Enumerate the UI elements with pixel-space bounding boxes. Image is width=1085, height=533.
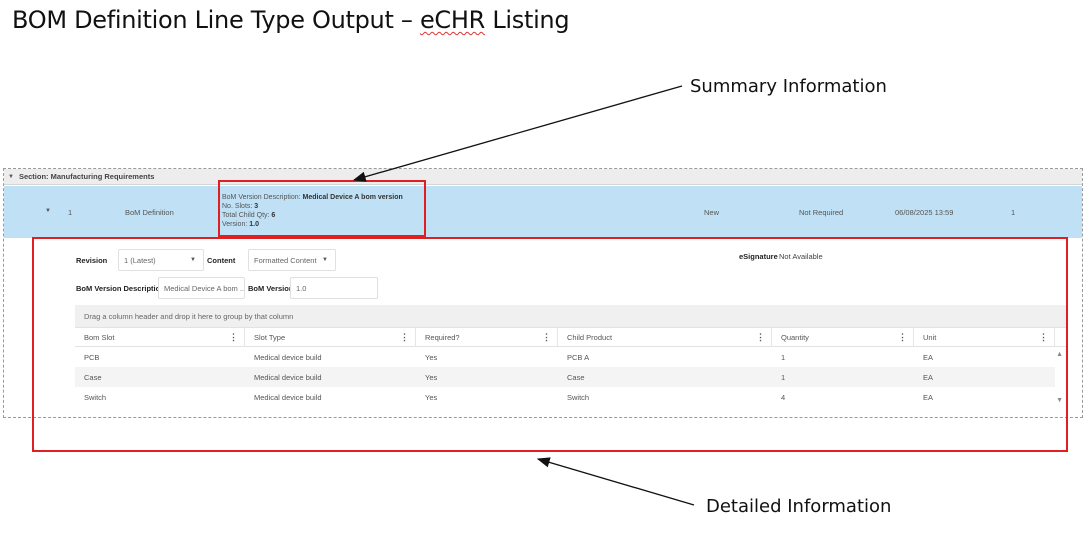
summary-arrow: [352, 85, 683, 182]
callout-arrows: [352, 85, 695, 506]
detail-arrow: [536, 457, 695, 506]
